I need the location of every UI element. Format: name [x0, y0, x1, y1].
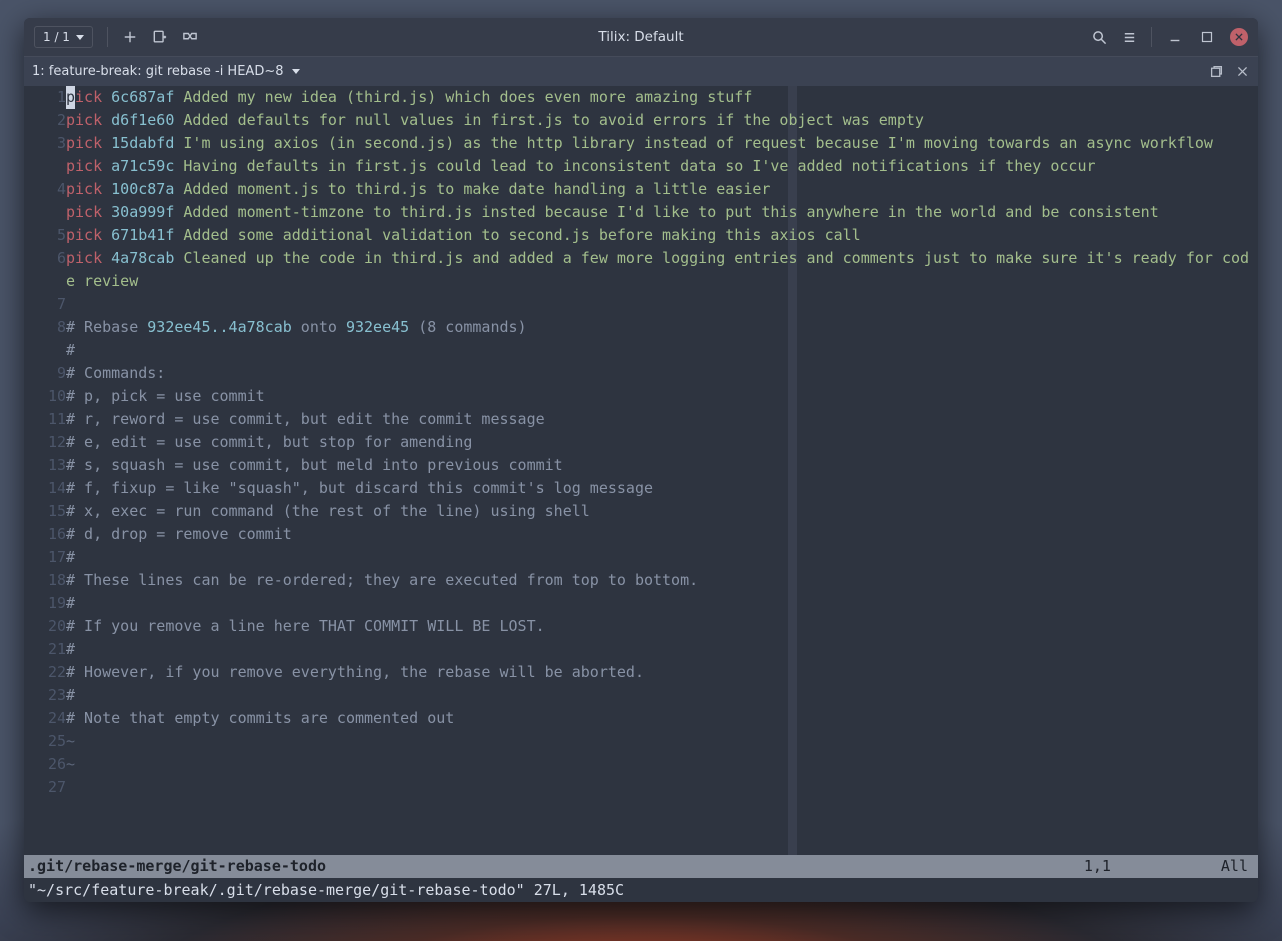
terminal-body[interactable]: 1234567891011121314151617181920212223242… — [24, 86, 1258, 902]
separator-2 — [1151, 27, 1152, 47]
code-line[interactable]: # x, exec = run command (the rest of the… — [66, 500, 1250, 523]
terminal-tab-title: 1: feature-break: git rebase -i HEAD~8 — [32, 64, 284, 79]
code-line[interactable]: # However, if you remove everything, the… — [66, 661, 1250, 684]
code-line[interactable]: # d, drop = remove commit — [66, 523, 1250, 546]
code-line[interactable]: # p, pick = use commit — [66, 385, 1250, 408]
code-line[interactable]: pick d6f1e60 Added defaults for null val… — [66, 109, 1250, 132]
sync-input-icon[interactable] — [182, 29, 198, 45]
empty-line: ~ — [66, 730, 1250, 753]
desktop: 1 / 1 Tilix: Default — [0, 0, 1282, 941]
chevron-down-icon — [76, 35, 84, 40]
code-line[interactable]: # — [66, 339, 1250, 362]
vim-command-line: "~/src/feature-break/.git/rebase-merge/g… — [24, 878, 1258, 902]
maximize-button[interactable] — [1198, 28, 1216, 46]
separator — [107, 27, 108, 47]
restore-pane-icon[interactable] — [1208, 64, 1224, 80]
titlebar: 1 / 1 Tilix: Default — [24, 18, 1258, 56]
code-line[interactable]: # f, fixup = like "squash", but discard … — [66, 477, 1250, 500]
code-line[interactable]: # These lines can be re-ordered; they ar… — [66, 569, 1250, 592]
code-line[interactable]: pick a71c59c Having defaults in first.js… — [66, 155, 1250, 178]
search-icon[interactable] — [1091, 29, 1107, 45]
code-line[interactable]: # e, edit = use commit, but stop for ame… — [66, 431, 1250, 454]
editor-area[interactable]: 1234567891011121314151617181920212223242… — [24, 86, 1258, 855]
cmdline-text: "~/src/feature-break/.git/rebase-merge/g… — [28, 879, 624, 902]
code-line[interactable]: pick 6c687af Added my new idea (third.js… — [66, 86, 1250, 109]
status-filename: .git/rebase-merge/git-rebase-todo — [28, 855, 326, 878]
status-percent: All — [1221, 855, 1254, 878]
status-position: 1,1 — [1084, 855, 1221, 878]
code-area[interactable]: pick 6c687af Added my new idea (third.js… — [66, 86, 1250, 776]
code-line[interactable]: # — [66, 684, 1250, 707]
add-terminal-down-icon[interactable] — [152, 29, 168, 45]
minimize-button[interactable] — [1166, 28, 1184, 46]
chevron-down-icon — [292, 69, 300, 74]
code-line[interactable] — [66, 293, 1250, 316]
menu-icon[interactable] — [1121, 29, 1137, 45]
code-line[interactable]: pick 15dabfd I'm using axios (in second.… — [66, 132, 1250, 155]
terminal-window: 1 / 1 Tilix: Default — [24, 18, 1258, 902]
session-counter[interactable]: 1 / 1 — [34, 26, 93, 48]
code-line[interactable]: # Rebase 932ee45..4a78cab onto 932ee45 (… — [66, 316, 1250, 339]
window-title: Tilix: Default — [24, 29, 1258, 45]
code-line[interactable]: pick 100c87a Added moment.js to third.js… — [66, 178, 1250, 201]
code-line[interactable]: # r, reword = use commit, but edit the c… — [66, 408, 1250, 431]
code-line[interactable]: pick 671b41f Added some additional valid… — [66, 224, 1250, 247]
code-line[interactable]: # s, squash = use commit, but meld into … — [66, 454, 1250, 477]
code-line[interactable]: pick 30a999f Added moment-timzone to thi… — [66, 201, 1250, 224]
vim-status-line: .git/rebase-merge/git-rebase-todo 1,1 Al… — [24, 855, 1258, 878]
close-button[interactable] — [1230, 28, 1248, 46]
terminal-tab-title-group[interactable]: 1: feature-break: git rebase -i HEAD~8 — [32, 64, 300, 79]
close-pane-icon[interactable] — [1234, 64, 1250, 80]
code-line[interactable]: # Note that empty commits are commented … — [66, 707, 1250, 730]
code-line[interactable]: # If you remove a line here THAT COMMIT … — [66, 615, 1250, 638]
code-line[interactable]: # — [66, 592, 1250, 615]
add-terminal-icon[interactable] — [122, 29, 138, 45]
code-line[interactable]: # — [66, 546, 1250, 569]
empty-line: ~ — [66, 753, 1250, 776]
code-line[interactable]: pick 4a78cab Cleaned up the code in thir… — [66, 247, 1250, 293]
session-counter-label: 1 / 1 — [43, 30, 70, 44]
code-line[interactable]: # Commands: — [66, 362, 1250, 385]
terminal-tab-bar: 1: feature-break: git rebase -i HEAD~8 — [24, 56, 1258, 86]
code-line[interactable]: # — [66, 638, 1250, 661]
